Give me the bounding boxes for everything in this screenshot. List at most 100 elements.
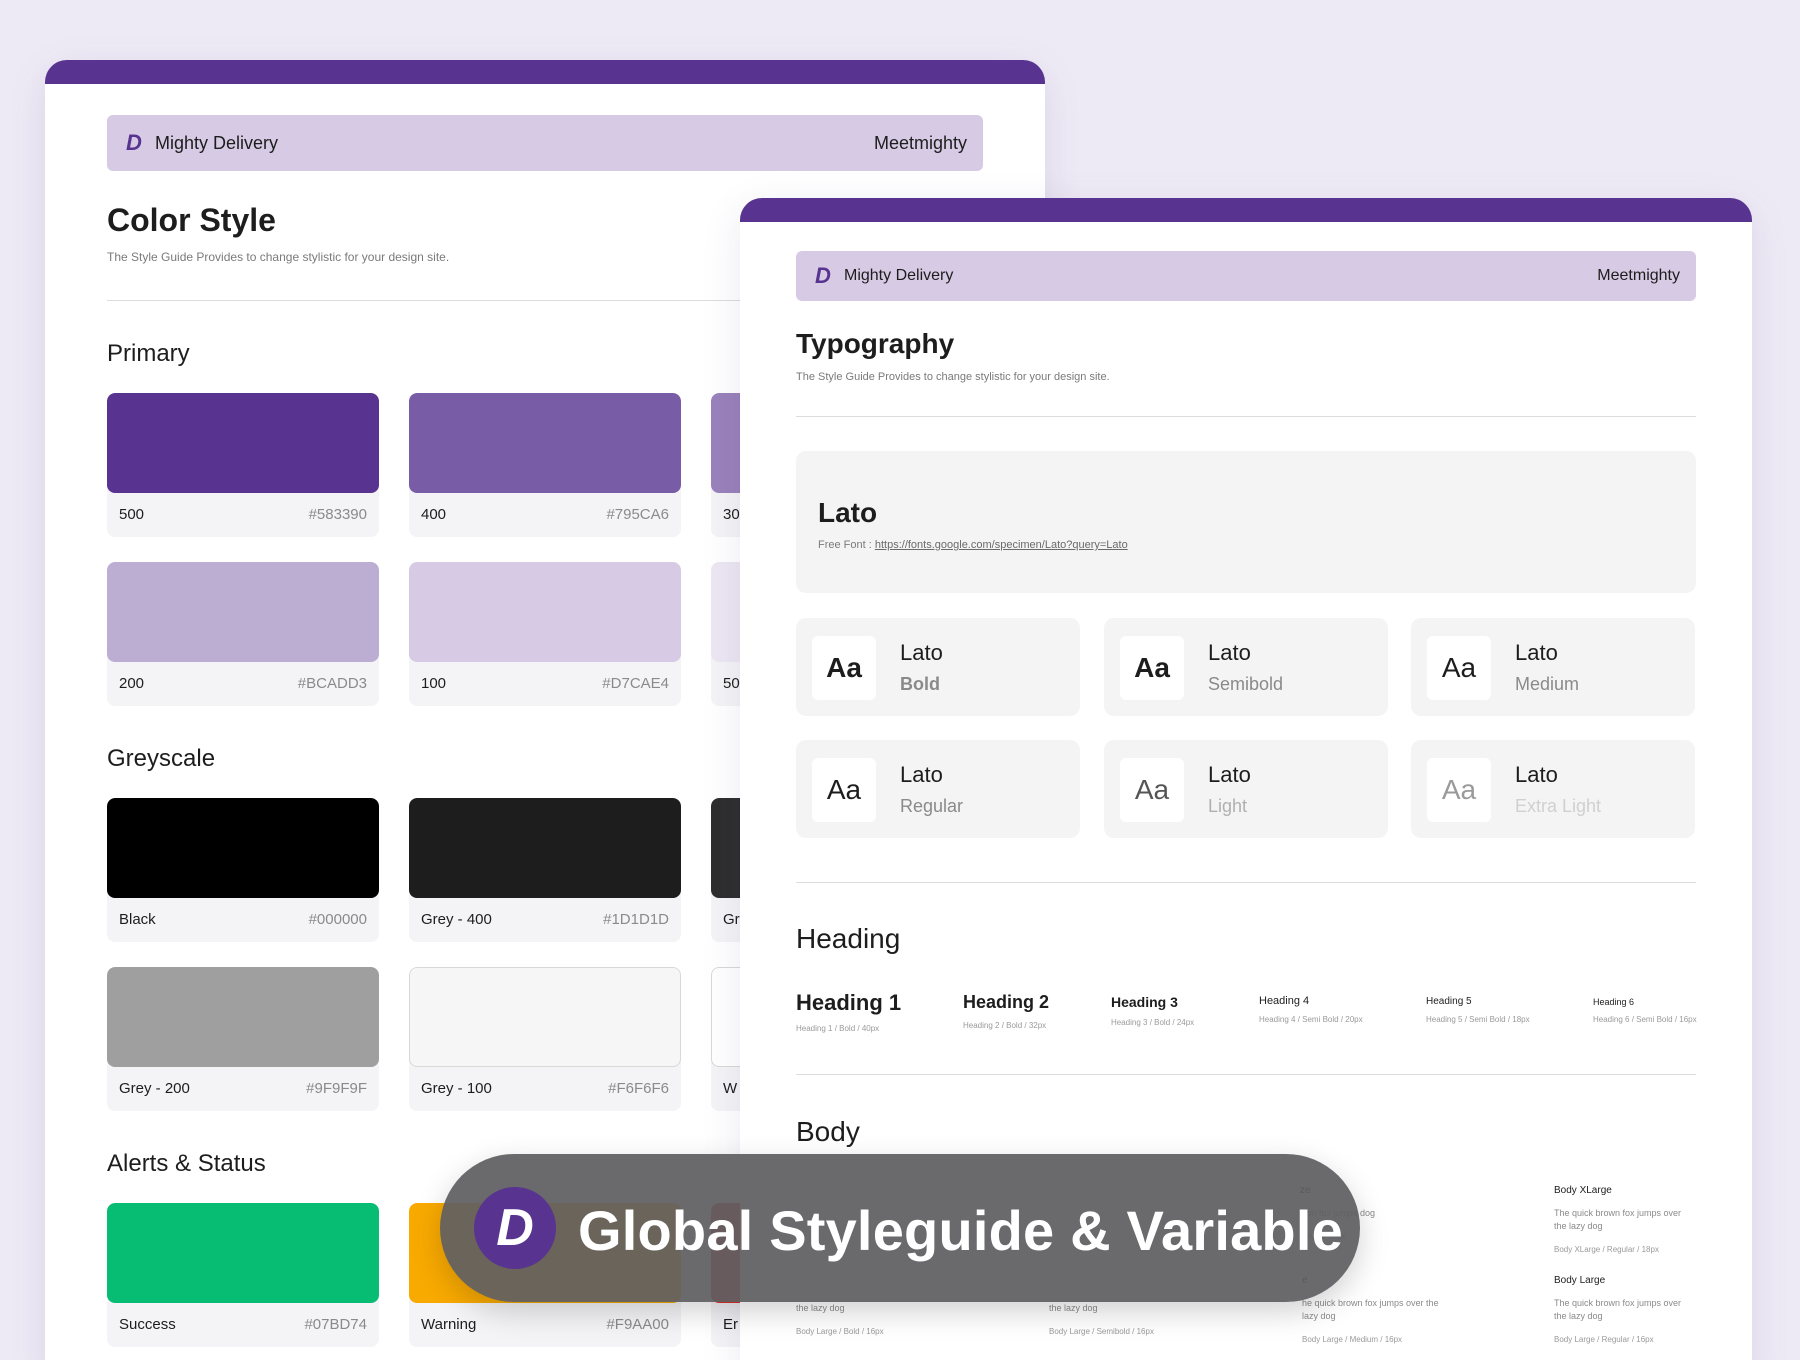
page-title: Typography [796,328,955,359]
brand-name: Mighty Delivery [155,132,279,153]
swatch-hex: #583390 [308,506,367,523]
swatch-color [409,562,681,662]
swatch-grey-100[interactable]: Grey - 100 #F6F6F6 [409,967,681,1111]
brand-logo-icon: D [126,130,142,155]
aa-sample: Aa [812,758,876,822]
title-banner: D Global Styleguide & Variable [440,1154,1360,1302]
card-top-bar [45,60,1045,84]
free-font-link[interactable]: https://fonts.google.com/specimen/Lato?q… [875,539,1128,551]
swatch-primary-200[interactable]: 200 #BCADD3 [107,562,379,706]
swatch-name: 400 [421,506,447,523]
swatch-hex: #D7CAE4 [602,675,669,692]
aa-sample: Aa [1120,636,1184,700]
swatch-hex: #F6F6F6 [608,1080,669,1097]
aa-sample: Aa [1120,758,1184,822]
swatch-hex: #9F9F9F [306,1080,367,1097]
swatch-primary-500[interactable]: 500 #583390 [107,393,379,537]
swatch-hex: #BCADD3 [297,675,367,692]
swatch-grey-400[interactable]: Grey - 400 #1D1D1D [409,798,681,942]
body-spec: Body Large / Medium / 16px [1302,1335,1403,1344]
heading-sample-6: Heading 6 Heading 6 / Semi Bold / 16px [1593,997,1697,1024]
swatch-hex: #F9AA00 [606,1316,669,1333]
brand[interactable]: D Mighty Delivery [123,130,279,155]
swatch-color [107,967,379,1067]
swatch-color [107,562,379,662]
weight-family: Lato [1515,762,1558,787]
brand-right-link[interactable]: Meetmighty [874,133,967,154]
weight-label: Semibold [1208,674,1284,694]
swatch-hex: #795CA6 [606,506,669,523]
swatch-hex: #07BD74 [304,1316,367,1333]
swatch-color [107,1203,379,1303]
weight-label: Light [1208,796,1248,816]
swatch-name: Black [119,911,156,928]
swatch-name: Grey - 100 [421,1080,492,1097]
weight-card-light[interactable]: Aa Lato Light [1104,740,1388,838]
weight-card-extra-light[interactable]: Aa Lato Extra Light [1411,740,1695,838]
section-title-alerts: Alerts & Status [107,1150,266,1177]
weight-card-semibold[interactable]: Aa Lato Semibold [1104,618,1388,716]
swatch-name: 200 [119,675,145,692]
swatch-grey-200[interactable]: Grey - 200 #9F9F9F [107,967,379,1111]
page-subtitle: The Style Guide Provides to change styli… [107,250,450,264]
swatch-primary-100[interactable]: 100 #D7CAE4 [409,562,681,706]
weight-card-bold[interactable]: Aa Lato Bold [796,618,1080,716]
heading-sample-1: Heading 1 Heading 1 / Bold / 40px [796,990,901,1033]
heading-spec: Heading 5 / Semi Bold / 18px [1426,1015,1530,1024]
page-title: Color Style [107,202,276,238]
heading-sample-2: Heading 2 Heading 2 / Bold / 32px [963,992,1049,1030]
heading-sample-4: Heading 4 Heading 4 / Semi Bold / 20px [1259,995,1363,1024]
heading-sample-3: Heading 3 Heading 3 / Bold / 24px [1111,994,1194,1027]
body-text: The quick brown fox jumps over the lazy … [1554,1298,1682,1321]
page-subtitle: The Style Guide Provides to change styli… [796,371,1110,383]
aa-sample: Aa [812,636,876,700]
swatch-color [409,967,681,1067]
brand-name: Mighty Delivery [844,267,954,284]
swatch-color [409,393,681,493]
section-title-primary: Primary [107,340,190,367]
swatch-color [107,393,379,493]
swatch-hex: #000000 [308,911,367,928]
section-title-body: Body [796,1116,860,1147]
weight-card-medium[interactable]: Aa Lato Medium [1411,618,1695,716]
swatch-name: Grey - 400 [421,911,492,928]
body-text: the lazy dog [1049,1303,1098,1313]
weight-label: Extra Light [1515,796,1602,816]
swatch-name: Gr [723,911,740,928]
body-spec: Body Large / Regular / 16px [1554,1335,1654,1344]
swatch-success[interactable]: Success #07BD74 [107,1203,379,1347]
swatch-name: Grey - 200 [119,1080,190,1097]
body-spec: Body Large / Semibold / 16px [1049,1327,1154,1336]
font-showcase: Lato Free Font : https://fonts.google.co… [796,451,1696,593]
banner-logo-icon: D [474,1187,556,1269]
aa-sample: Aa [1427,636,1491,700]
brand-logo-icon: D [815,263,831,288]
heading-spec: Heading 2 / Bold / 32px [963,1021,1047,1030]
body-spec: Body Large / Bold / 16px [796,1327,884,1336]
weight-label: Bold [900,674,940,694]
heading-label: Heading 6 [1593,997,1635,1007]
brand-bar: D Mighty Delivery Meetmighty [796,251,1696,301]
divider [796,882,1696,883]
heading-spec: Heading 6 / Semi Bold / 16px [1593,1015,1697,1024]
free-font-label: Free Font : [818,539,872,551]
swatch-black[interactable]: Black #000000 [107,798,379,942]
weight-label: Regular [900,796,964,816]
swatch-name: 100 [421,675,447,692]
heading-label: Heading 1 [796,990,902,1015]
body-text: The quick brown fox jumps over the lazy … [1554,1208,1682,1231]
brand-right-link[interactable]: Meetmighty [1597,267,1680,285]
heading-label: Heading 5 [1426,996,1472,1007]
font-name: Lato [818,497,878,528]
body-large-semibold-sample: the lazy dog Body Large / Semibold / 16p… [1049,1302,1199,1338]
weight-family: Lato [900,640,943,665]
body-title: Body Large [1554,1275,1606,1286]
heading-spec: Heading 4 / Semi Bold / 20px [1259,1015,1363,1024]
body-text: he quick brown fox jumps over the lazy d… [1302,1298,1439,1321]
body-large-bold-sample: the lazy dog Body Large / Bold / 16px [796,1302,946,1338]
swatch-name: 50 [723,675,740,692]
weight-card-regular[interactable]: Aa Lato Regular [796,740,1080,838]
brand[interactable]: D Mighty Delivery [812,263,954,288]
heading-label: Heading 3 [1111,994,1178,1010]
swatch-primary-400[interactable]: 400 #795CA6 [409,393,681,537]
